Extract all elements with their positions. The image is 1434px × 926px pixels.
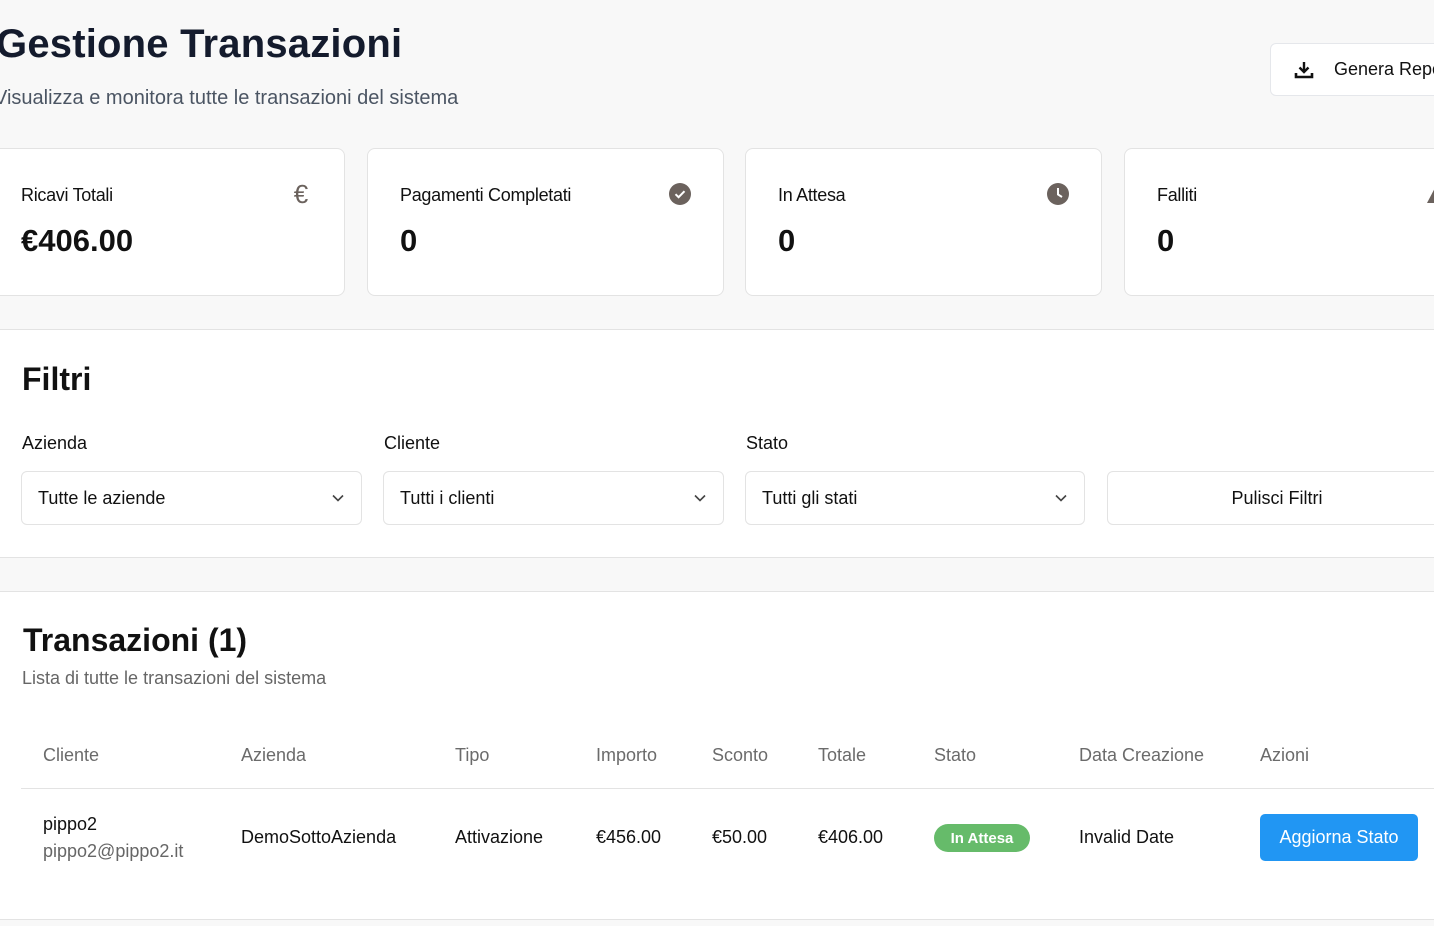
stat-card-failed: Falliti 0	[1124, 148, 1434, 296]
client-name: pippo2	[43, 814, 98, 834]
discount-cell: €50.00	[712, 827, 768, 847]
status-filter-value: Tutti gli stati	[762, 487, 858, 508]
check-circle-icon	[669, 183, 691, 205]
stat-card-completed: Pagamenti Completati 0	[367, 148, 724, 296]
company-filter-label: Azienda	[22, 433, 88, 453]
created-date-cell: Invalid Date	[1079, 827, 1175, 847]
column-header-amount: Importo	[596, 745, 658, 765]
stat-label: In Attesa	[778, 185, 846, 205]
column-header-total: Totale	[818, 745, 867, 765]
filters-title: Filtri	[22, 361, 92, 397]
stat-label: Falliti	[1157, 185, 1197, 205]
column-header-status: Stato	[934, 745, 977, 765]
warning-icon	[1426, 183, 1434, 205]
column-header-created: Data Creazione	[1079, 745, 1205, 765]
status-badge: In Attesa	[934, 824, 1030, 852]
stat-label: Ricavi Totali	[21, 185, 113, 205]
stat-card-revenue: Ricavi Totali €406.00 €	[0, 148, 345, 296]
company-filter-value: Tutte le aziende	[38, 487, 166, 508]
transactions-description: Lista di tutte le transazioni del sistem…	[22, 668, 327, 688]
stat-value: 0	[1157, 223, 1175, 258]
client-filter-label: Cliente	[384, 433, 441, 453]
company-filter-select[interactable]: Tutte le aziende	[21, 471, 362, 525]
euro-icon: €	[293, 179, 309, 209]
amount-cell: €456.00	[596, 827, 662, 847]
status-filter-label: Stato	[746, 433, 789, 453]
stat-label: Pagamenti Completati	[400, 185, 572, 205]
stat-card-pending: In Attesa 0	[745, 148, 1102, 296]
column-header-type: Tipo	[455, 745, 490, 765]
client-filter-value: Tutti i clienti	[400, 487, 495, 508]
chevron-down-icon	[331, 491, 345, 505]
column-header-actions: Azioni	[1260, 745, 1310, 765]
transactions-panel: Transazioni (1) Lista di tutte le transa…	[0, 591, 1434, 920]
page-title: Gestione Transazioni	[0, 22, 403, 66]
total-cell: €406.00	[818, 827, 884, 847]
column-header-company: Azienda	[241, 745, 307, 765]
client-filter-select[interactable]: Tutti i clienti	[383, 471, 724, 525]
status-filter-select[interactable]: Tutti gli stati	[745, 471, 1085, 525]
clear-filters-button[interactable]: Pulisci Filtri	[1107, 471, 1434, 525]
clock-icon	[1047, 183, 1069, 205]
generate-report-button[interactable]: Genera Report	[1270, 43, 1434, 96]
transactions-title: Transazioni (1)	[23, 622, 248, 658]
filters-panel: Filtri Azienda Tutte le aziende Cliente …	[0, 329, 1434, 558]
page-subtitle: Visualizza e monitora tutte le transazio…	[0, 87, 459, 109]
stat-value: 0	[400, 223, 418, 258]
company-cell: DemoSottoAzienda	[241, 827, 397, 847]
column-header-client: Cliente	[43, 745, 100, 765]
stat-value: 0	[778, 223, 796, 258]
column-header-discount: Sconto	[712, 745, 769, 765]
type-cell: Attivazione	[455, 827, 544, 847]
stat-value: €406.00	[21, 223, 134, 258]
generate-report-label: Genera Report	[1334, 59, 1434, 79]
download-icon	[1293, 59, 1315, 81]
update-status-button[interactable]: Aggiorna Stato	[1260, 814, 1418, 861]
chevron-down-icon	[1054, 491, 1068, 505]
chevron-down-icon	[693, 491, 707, 505]
client-email: pippo2@pippo2.it	[43, 841, 184, 861]
table-header-divider	[21, 788, 1434, 789]
